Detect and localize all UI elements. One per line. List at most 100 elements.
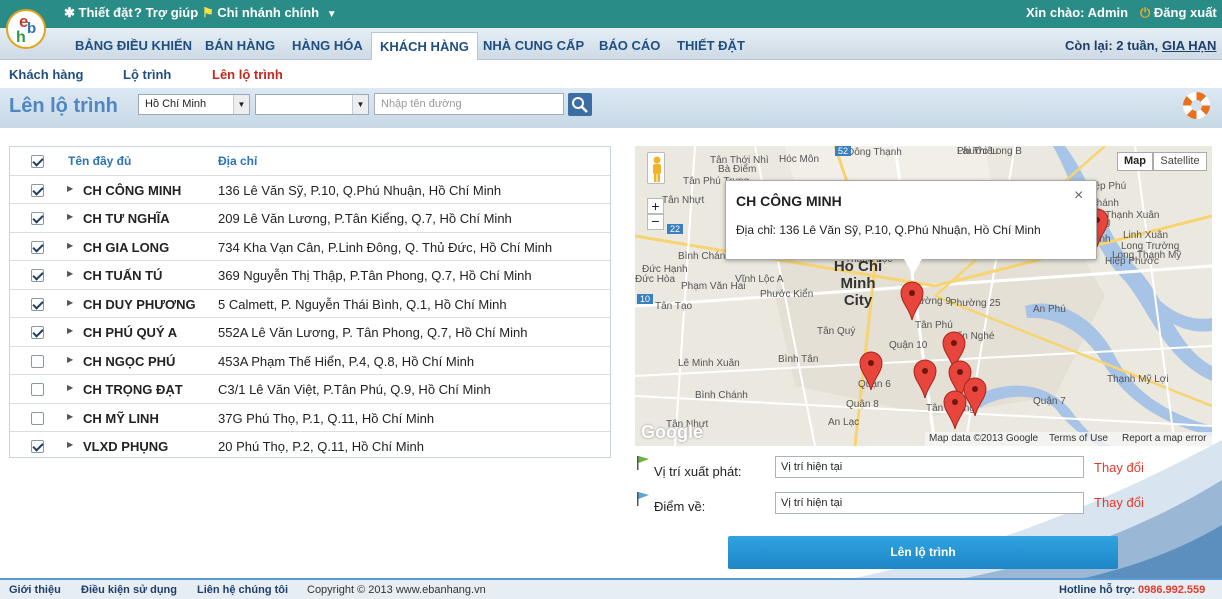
start-location-input[interactable]: Vị trí hiện tại <box>775 456 1084 478</box>
tab-settings[interactable]: THIẾT ĐẶT <box>677 38 745 53</box>
map-type-satellite-button[interactable]: Satellite <box>1153 152 1207 171</box>
table-row[interactable]: ▶ CH GIA LONG 734 Kha Vạn Cân, P.Linh Đông… <box>10 233 610 261</box>
help-label: Trợ giúp <box>145 5 199 20</box>
table-row[interactable]: ▶ CH NGỌC PHÚ 453A Phạm Thế Hiển, P.4, Q.8… <box>10 347 610 375</box>
table-header: Tên đầy đủ Địa chỉ <box>10 147 610 176</box>
branch-label: Chi nhánh chính <box>217 5 320 20</box>
settings-label: Thiết đặt <box>78 5 133 20</box>
row-checkbox[interactable] <box>31 240 44 254</box>
footer: Giới thiệu Điều kiện sử dụng Liên hệ chú… <box>0 578 1222 599</box>
customer-name: CH PHÚ QUÝ A <box>83 325 178 340</box>
tab-suppliers[interactable]: NHÀ CUNG CẤP <box>483 38 584 53</box>
subnav-customers[interactable]: Khách hàng <box>9 67 83 82</box>
expand-arrow-icon[interactable]: ▶ <box>67 269 73 278</box>
footer-link-contact[interactable]: Liên hệ chúng tôi <box>197 584 288 596</box>
table-row[interactable]: ▶ CH CÔNG MINH 136 Lê Văn Sỹ, P.10, Q.Phú … <box>10 176 610 204</box>
expand-arrow-icon[interactable]: ▶ <box>67 440 73 449</box>
lifebuoy-icon[interactable] <box>1183 92 1210 119</box>
map-pin[interactable] <box>900 281 924 321</box>
row-checkbox[interactable] <box>31 411 44 425</box>
select-all-checkbox[interactable] <box>31 155 44 168</box>
map-pin[interactable] <box>963 377 987 417</box>
end-location-input[interactable]: Vị trí hiện tại <box>775 492 1084 514</box>
change-start-link[interactable]: Thay đổi <box>1094 460 1144 475</box>
row-checkbox[interactable] <box>31 383 44 396</box>
zoom-in-button[interactable]: + <box>647 198 664 214</box>
table-row[interactable]: ▶ CH TRỌNG ĐẠT C3/1 Lê Văn Việt, P.Tân Phú… <box>10 375 610 404</box>
brand-logo[interactable]: e b h <box>6 9 46 49</box>
expand-arrow-icon[interactable]: ▶ <box>67 412 73 421</box>
expand-arrow-icon[interactable]: ▶ <box>67 326 73 335</box>
subnav-plan-route[interactable]: Lên lộ trình <box>212 67 283 82</box>
table-row[interactable]: ▶ CH DUY PHƯƠNG 5 Calmett, P. Nguyễn Thái … <box>10 290 610 318</box>
expand-arrow-icon[interactable]: ▶ <box>67 355 73 364</box>
flag-icon: ⚑ <box>202 5 214 20</box>
map-pin[interactable] <box>859 351 883 391</box>
route-map[interactable]: Hóc Môn Tân Thới Nhì Đông Thạnh Lái Thiêu Tâ… <box>635 146 1212 446</box>
street-input[interactable]: Nhập tên đường <box>374 93 564 115</box>
customer-address: 552A Lê Văn Lương, P. Tân Phong, Q.7, Hồ… <box>218 325 528 340</box>
footer-link-terms[interactable]: Điều kiện sử dụng <box>81 584 177 596</box>
expand-arrow-icon[interactable]: ▶ <box>67 241 73 250</box>
table-row[interactable]: ▶ CH PHÚ QUÝ A 552A Lê Văn Lương, P. Tân P… <box>10 318 610 347</box>
row-checkbox[interactable] <box>31 212 44 225</box>
customer-name: CH CÔNG MINH <box>83 182 182 198</box>
tab-reports[interactable]: BÁO CÁO <box>599 38 660 53</box>
tab-dashboard[interactable]: BẢNG ĐIỀU KHIỂN <box>75 38 192 53</box>
row-checkbox[interactable] <box>31 269 44 282</box>
footer-link-about[interactable]: Giới thiệu <box>9 584 61 596</box>
customer-address: 453A Phạm Thế Hiển, P.4, Q.8, Hồ Chí Min… <box>218 353 475 369</box>
district-select[interactable]: ▼ <box>255 94 369 115</box>
filter-bar: Lên lộ trình Hồ Chí Minh ▼ ▼ Nhập tên đư… <box>0 88 1222 128</box>
customer-name: CH TRỌNG ĐẠT <box>83 382 183 397</box>
main-nav: BẢNG ĐIỀU KHIỂN BÁN HÀNG HÀNG HÓA KHÁCH … <box>0 28 1222 61</box>
customer-address: 5 Calmett, P. Nguyễn Thái Bình, Q.1, Hồ … <box>218 296 507 312</box>
zoom-out-button[interactable]: − <box>647 214 664 230</box>
row-checkbox[interactable] <box>31 297 44 311</box>
expand-arrow-icon[interactable]: ▶ <box>67 298 73 307</box>
table-row[interactable]: ▶ VLXD PHỤNG 20 Phú Thọ, P.2, Q.11, Hồ Chí… <box>10 432 610 461</box>
customer-address: C3/1 Lê Văn Việt, P.Tân Phú, Q.9, Hồ Chí… <box>218 382 491 397</box>
close-icon[interactable]: × <box>1074 187 1083 205</box>
customer-address: 369 Nguyễn Thị Thập, P.Tân Phong, Q.7, H… <box>218 268 532 283</box>
row-checkbox[interactable] <box>31 440 44 453</box>
subnav-routes[interactable]: Lộ trình <box>123 67 171 82</box>
street-view-button[interactable] <box>647 152 665 184</box>
city-select[interactable]: Hồ Chí Minh ▼ <box>138 94 250 115</box>
help-link[interactable]: ? Trợ giúp <box>134 5 198 20</box>
expand-arrow-icon[interactable]: ▶ <box>67 212 73 221</box>
page-title: Lên lộ trình <box>9 95 118 117</box>
map-type-map-button[interactable]: Map <box>1117 152 1153 171</box>
map-pin[interactable] <box>943 390 967 430</box>
map-pin[interactable] <box>913 359 937 399</box>
table-row[interactable]: ▶ CH TUẤN TÚ 369 Nguyễn Thị Thập, P.Tân Ph… <box>10 261 610 290</box>
tab-sales[interactable]: BÁN HÀNG <box>205 38 275 53</box>
row-checkbox[interactable] <box>31 326 44 339</box>
renew-link[interactable]: GIA HẠN <box>1162 38 1216 53</box>
settings-link[interactable]: ✱ Thiết đặt <box>64 5 133 21</box>
column-header-address: Địa chỉ <box>218 154 258 168</box>
city-select-value: Hồ Chí Minh <box>145 98 207 110</box>
customer-address: 37G Phú Thọ, P.1, Q.11, Hồ Chí Minh <box>218 410 435 426</box>
logo-letter-b: b <box>27 20 37 37</box>
expand-arrow-icon[interactable]: ▶ <box>67 184 73 193</box>
change-end-link[interactable]: Thay đổi <box>1094 495 1144 510</box>
table-row[interactable]: ▶ CH MỸ LINH 37G Phú Thọ, P.1, Q.11, Hồ Ch… <box>10 404 610 432</box>
hotline-label: Hotline hỗ trợ: <box>1059 584 1136 596</box>
row-checkbox[interactable] <box>31 354 44 368</box>
popup-address: Địa chỉ: 136 Lê Văn Sỹ, P.10, Q.Phú Nhuậ… <box>736 223 1041 237</box>
tab-customers[interactable]: KHÁCH HÀNG <box>371 32 478 61</box>
logout-link[interactable]: ⏻ Đăng xuất <box>1140 5 1217 21</box>
branch-selector[interactable]: ⚑ Chi nhánh chính ▼ <box>202 5 337 21</box>
search-button[interactable] <box>568 93 592 116</box>
customer-address: 209 Lê Văn Lương, P.Tân Kiểng, Q.7, Hồ C… <box>218 211 512 226</box>
customer-name: CH DUY PHƯƠNG <box>83 296 196 312</box>
expand-arrow-icon[interactable]: ▶ <box>67 383 73 392</box>
start-label: Vị trí xuất phát: <box>654 464 742 479</box>
end-label: Điểm về: <box>654 499 706 514</box>
tab-products[interactable]: HÀNG HÓA <box>292 38 363 53</box>
table-row[interactable]: ▶ CH TƯ NGHĨA 209 Lê Văn Lương, P.Tân Kiển… <box>10 204 610 233</box>
plan-route-button[interactable]: Lên lộ trình <box>728 536 1118 569</box>
row-checkbox[interactable] <box>31 183 44 197</box>
top-bar: ✱ Thiết đặt ? Trợ giúp ⚑ Chi nhánh chính… <box>0 0 1222 28</box>
